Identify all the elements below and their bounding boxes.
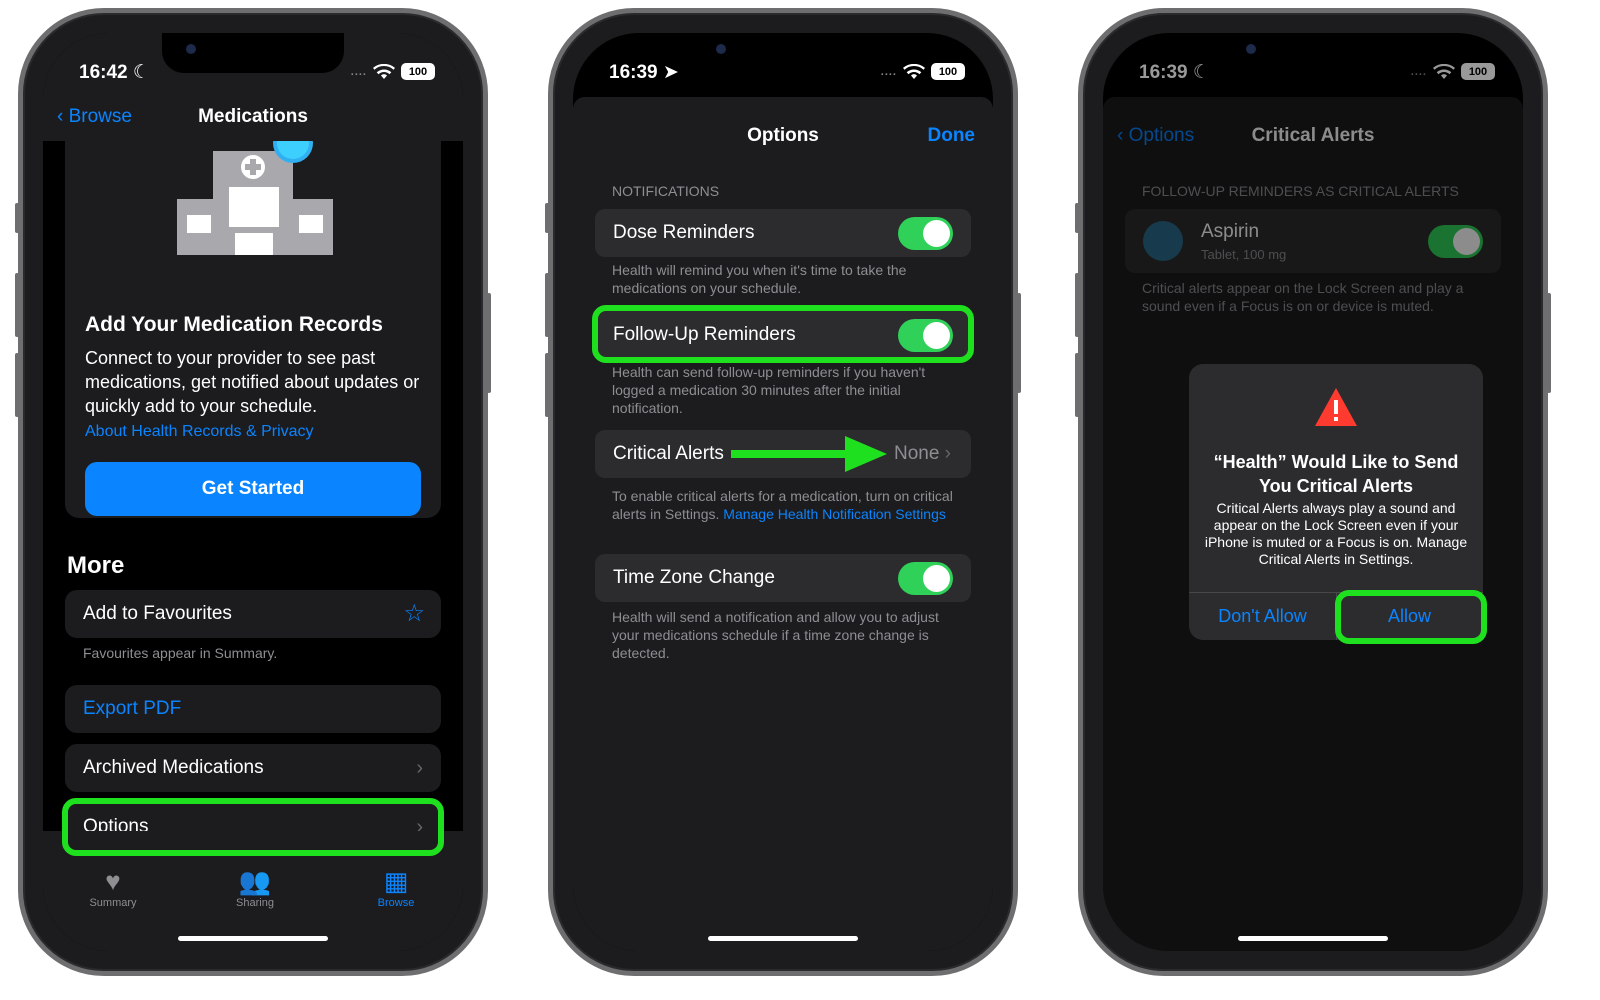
aspirin-row: Aspirin Tablet, 100 mg	[1125, 209, 1501, 273]
critical-footer: To enable critical alerts for a medicati…	[612, 488, 953, 522]
archived-medications-row[interactable]: Archived Medications ›	[65, 744, 441, 792]
composite-stage: 16:42 ☾ .... 100 ‹ Browse Medications Ad…	[0, 0, 1600, 1000]
battery-icon: 100	[1461, 63, 1495, 80]
arrow-annotation-icon	[731, 436, 887, 472]
dose-footer: Health will remind you when it's time to…	[612, 262, 907, 296]
manage-settings-link[interactable]: Manage Health Notification Settings	[723, 506, 946, 522]
page-title: Medications	[198, 106, 308, 127]
notch	[692, 33, 874, 73]
screen: 16:39 ☾ .... 100 ‹ Options Critical Aler…	[1103, 33, 1523, 951]
star-icon: ☆	[403, 600, 425, 627]
status-time: 16:39 ➤	[609, 62, 679, 83]
heart-icon: ♥	[105, 866, 121, 896]
export-pdf-button[interactable]: Export PDF	[65, 685, 441, 733]
home-indicator	[178, 936, 328, 941]
hospital-icon	[177, 129, 333, 255]
signal-icon: ....	[880, 65, 897, 78]
timezone-label: Time Zone Change	[613, 567, 775, 588]
med-name: Aspirin	[1201, 221, 1260, 242]
battery-icon: 100	[931, 63, 965, 80]
signal-icon: ....	[350, 65, 367, 78]
favourites-note: Favourites appear in Summary.	[83, 645, 278, 661]
chevron-right-icon: ›	[944, 443, 951, 464]
tab-summary[interactable]: ♥ Summary	[63, 865, 163, 909]
done-button[interactable]: Done	[928, 125, 976, 147]
highlight-box	[592, 305, 974, 363]
aspirin-toggle[interactable]	[1428, 225, 1483, 258]
timezone-toggle[interactable]	[898, 562, 953, 595]
privacy-link[interactable]: About Health Records & Privacy	[85, 423, 314, 441]
status-time: 16:39 ☾	[1139, 62, 1210, 83]
grid-icon: ▦	[383, 866, 409, 896]
people-icon: 👥	[238, 866, 272, 896]
tab-label: Summary	[89, 897, 137, 909]
warning-icon	[1315, 388, 1357, 426]
alert-message: Critical Alerts always play a sound and …	[1204, 500, 1468, 567]
archived-label: Archived Medications	[83, 757, 264, 778]
phone-options: 16:39 ➤ .... 100 Options Done NOTIFICATI…	[545, 8, 1021, 976]
favourites-label: Add to Favourites	[83, 603, 232, 624]
notch	[1222, 33, 1404, 73]
home-indicator	[708, 936, 858, 941]
wifi-icon	[1433, 63, 1455, 79]
critical-value: None ›	[893, 443, 951, 464]
section-header: FOLLOW-UP REMINDERS AS CRITICAL ALERTS	[1142, 183, 1459, 199]
pill-icon	[1143, 221, 1183, 261]
alert-title: “Health” Would Like to Send You Critical…	[1213, 452, 1459, 496]
chevron-right-icon: ›	[416, 757, 423, 779]
highlight-box	[62, 798, 444, 856]
phone-critical-alerts: 16:39 ☾ .... 100 ‹ Options Critical Aler…	[1075, 8, 1551, 976]
battery-icon: 100	[401, 63, 435, 80]
tab-browse[interactable]: ▦ Browse	[346, 865, 446, 909]
dose-label: Dose Reminders	[613, 222, 755, 243]
phone-medications: 16:42 ☾ .... 100 ‹ Browse Medications Ad…	[15, 8, 491, 976]
section-header: NOTIFICATIONS	[612, 183, 720, 199]
card-title: Add Your Medication Records	[85, 313, 383, 336]
screen: 16:42 ☾ .... 100 ‹ Browse Medications Ad…	[43, 33, 463, 951]
add-to-favourites-row[interactable]: Add to Favourites ☆	[65, 590, 441, 638]
followup-footer: Health can send follow-up reminders if y…	[612, 364, 926, 416]
tab-label: Browse	[377, 897, 415, 909]
wifi-icon	[373, 63, 395, 79]
get-started-button[interactable]: Get Started	[85, 462, 421, 516]
critical-footer: Critical alerts appear on the Lock Scree…	[1142, 280, 1464, 314]
home-indicator	[1238, 936, 1388, 941]
tab-label: Sharing	[236, 897, 274, 909]
signal-icon: ....	[1410, 65, 1427, 78]
timezone-footer: Health will send a notification and allo…	[612, 609, 939, 661]
dose-reminders-row: Dose Reminders	[595, 209, 971, 257]
med-detail: Tablet, 100 mg	[1201, 247, 1287, 262]
highlight-box	[1335, 590, 1487, 644]
medication-records-card: Add Your Medication Records Connect to y…	[65, 93, 441, 518]
sheet-title: Critical Alerts	[1251, 125, 1375, 146]
status-time: 16:42 ☾	[79, 62, 150, 83]
dont-allow-button[interactable]: Don't Allow	[1189, 592, 1336, 640]
card-description: Connect to your provider to see past med…	[85, 348, 420, 416]
screen: 16:39 ➤ .... 100 Options Done NOTIFICATI…	[573, 33, 993, 951]
tab-sharing[interactable]: 👥 Sharing	[205, 865, 305, 909]
more-heading: More	[67, 552, 125, 579]
notch	[162, 33, 344, 73]
options-sheet: Options Done NOTIFICATIONS Dose Reminder…	[573, 97, 993, 951]
dose-toggle[interactable]	[898, 217, 953, 250]
critical-label: Critical Alerts	[613, 443, 724, 464]
time-zone-row: Time Zone Change	[595, 554, 971, 602]
wifi-icon	[903, 63, 925, 79]
